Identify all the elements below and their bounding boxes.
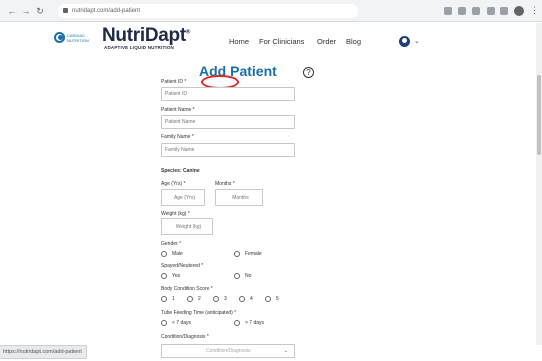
radio-label: Male — [172, 251, 183, 257]
radio-label: Female — [245, 251, 262, 257]
chevron-down-icon: ⌄ — [283, 348, 288, 354]
tube-feeding-option-lt7[interactable]: < 7 days — [161, 320, 191, 326]
status-bar-url: https://nutridapt.com/add-patient — [0, 345, 87, 359]
gender-option-male[interactable]: Male — [161, 251, 183, 257]
radio-icon[interactable] — [161, 273, 167, 279]
extension-icon[interactable] — [458, 7, 466, 15]
radio-icon[interactable] — [239, 296, 245, 302]
gender-label: Gender * — [161, 241, 182, 247]
brand-suffix: Dapt — [144, 25, 186, 46]
tube-feeding-option-gt7[interactable]: > 7 days — [234, 320, 264, 326]
patient-id-input[interactable] — [161, 87, 295, 101]
brand-logo[interactable]: NutriDapt® — [102, 25, 190, 47]
radio-icon[interactable] — [161, 320, 167, 326]
address-bar[interactable]: nutridapt.com/add-patient — [58, 4, 358, 18]
spayed-option-no[interactable]: No — [234, 273, 251, 279]
age-input[interactable] — [161, 189, 205, 206]
condition-select[interactable]: Condition/Diagnosis ⌄ — [161, 344, 295, 358]
patient-id-label: Patient ID * — [161, 79, 187, 85]
bcs-option-4[interactable]: 4 — [239, 296, 253, 302]
family-name-input[interactable] — [161, 143, 295, 157]
patient-name-input[interactable] — [161, 115, 295, 129]
weight-label: Weight (kg) * — [161, 211, 190, 217]
nav-blog[interactable]: Blog — [346, 37, 361, 46]
lock-icon — [63, 8, 68, 13]
spayed-label: Spayed/Neutered * — [161, 263, 204, 269]
extension-icon[interactable] — [487, 7, 495, 15]
partner-logo-text: CARDIAC NUTRITION — [67, 33, 89, 43]
radio-icon[interactable] — [161, 251, 167, 257]
radio-icon[interactable] — [161, 296, 167, 302]
months-input[interactable] — [215, 189, 263, 206]
radio-label: Yes — [172, 273, 181, 279]
radio-label: 5 — [276, 296, 279, 302]
extension-icon[interactable] — [444, 7, 452, 15]
chevron-down-icon[interactable]: ⌄ — [414, 37, 420, 45]
radio-icon[interactable] — [234, 273, 240, 279]
age-label: Age (Yrs) * — [161, 181, 186, 187]
menu-icon[interactable]: ⋮ — [530, 4, 539, 16]
weight-input[interactable] — [161, 218, 213, 235]
brand-subtitle: ADAPTIVE LIQUID NUTRITION — [104, 45, 174, 50]
scrollbar-track[interactable] — [536, 23, 542, 345]
radio-label: 4 — [250, 296, 253, 302]
help-icon[interactable]: ? — [303, 67, 314, 78]
browser-toolbar: ← → ↻ nutridapt.com/add-patient ⋮ — [0, 0, 542, 22]
bcs-option-1[interactable]: 1 — [161, 296, 175, 302]
scrollbar-thumb[interactable] — [537, 75, 541, 155]
radio-label: No — [245, 273, 252, 279]
radio-label: 1 — [172, 296, 175, 302]
gender-option-female[interactable]: Female — [234, 251, 262, 257]
extension-icon[interactable] — [500, 7, 508, 15]
condition-select-placeholder: Condition/Diagnosis — [206, 348, 251, 354]
profile-icon[interactable] — [514, 6, 524, 16]
radio-label: 2 — [198, 296, 201, 302]
reload-icon[interactable]: ↻ — [34, 5, 46, 17]
tube-feeding-label: Tube Feeding Time (anticipated) * — [161, 310, 237, 316]
radio-icon[interactable] — [234, 320, 240, 326]
radio-label: 3 — [224, 296, 227, 302]
radio-icon[interactable] — [234, 251, 240, 257]
back-icon[interactable]: ← — [6, 5, 18, 17]
nav-home[interactable]: Home — [229, 37, 249, 46]
bcs-label: Body Condition Score * — [161, 286, 213, 292]
spayed-option-yes[interactable]: Yes — [161, 273, 180, 279]
condition-label: Condition/Diagnosis * — [161, 334, 209, 340]
user-account-icon[interactable] — [399, 36, 410, 47]
patient-name-label: Patient Name * — [161, 107, 195, 113]
radio-label: > 7 days — [245, 320, 265, 326]
bcs-option-3[interactable]: 3 — [213, 296, 227, 302]
family-name-label: Family Name * — [161, 134, 194, 140]
species-title: Species: Canine — [161, 168, 200, 174]
brand-prefix: Nutri — [102, 25, 145, 46]
forward-icon[interactable]: → — [20, 5, 32, 17]
bcs-option-2[interactable]: 2 — [187, 296, 201, 302]
radio-icon[interactable] — [265, 296, 271, 302]
radio-label: < 7 days — [172, 320, 192, 326]
months-label: Months * — [215, 181, 235, 187]
star-icon[interactable] — [472, 7, 480, 15]
radio-icon[interactable] — [213, 296, 219, 302]
bcs-option-5[interactable]: 5 — [265, 296, 279, 302]
radio-icon[interactable] — [187, 296, 193, 302]
nav-for-clinicians[interactable]: For Clinicians — [259, 37, 304, 46]
brand-mark: ® — [185, 29, 190, 36]
nav-order[interactable]: Order — [317, 37, 336, 46]
